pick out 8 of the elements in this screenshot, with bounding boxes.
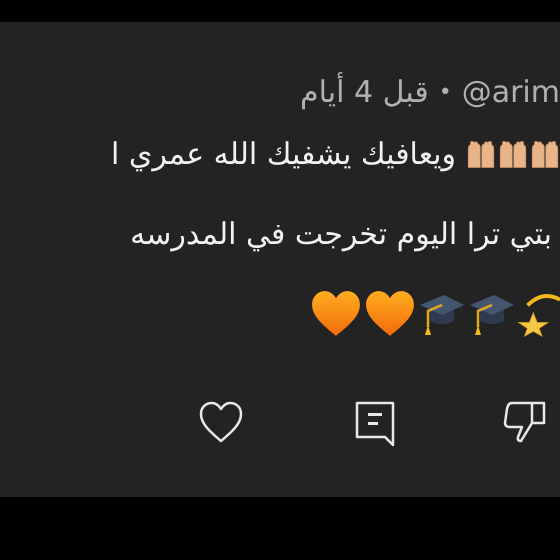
shooting-star-icon xyxy=(518,291,560,337)
heart-icon xyxy=(364,290,416,338)
separator-dot: • xyxy=(438,80,452,104)
comment-author: @arim xyxy=(462,74,560,110)
heart-icon xyxy=(310,290,362,338)
comment-time: قبل 4 أيام xyxy=(300,74,429,110)
comment-text: بتي ترا اليوم تخرجت في المدرسه xyxy=(130,216,552,252)
comment-text: ويعافيك يشفيك الله عمري ا xyxy=(111,136,456,172)
